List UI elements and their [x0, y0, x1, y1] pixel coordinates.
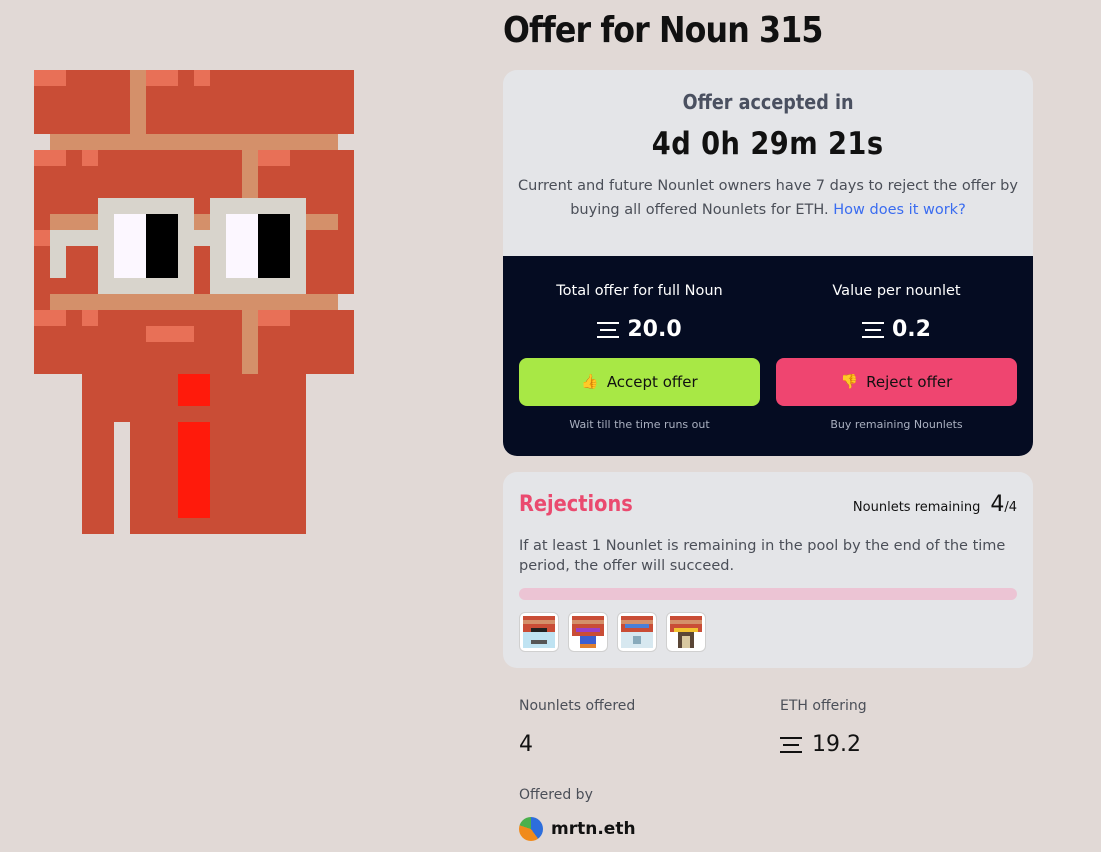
- accept-hint: Wait till the time runs out: [569, 418, 710, 431]
- total-offer-label: Total offer for full Noun: [556, 283, 723, 299]
- offerer[interactable]: mrtn.eth: [519, 817, 636, 841]
- eth-offering-label: ETH offering: [780, 698, 867, 714]
- rejections-title: Rejections: [519, 492, 633, 517]
- nounlets-remaining-total: /4: [1004, 500, 1017, 515]
- nounlets-remaining-label: Nounlets remaining: [852, 500, 981, 515]
- page-title: Offer for Noun 315: [503, 10, 823, 51]
- per-nounlet-value: 0.2: [776, 317, 1017, 342]
- nounlets-offered-value: 4: [519, 732, 533, 757]
- total-offer-amount: 20.0: [627, 317, 682, 342]
- eth-icon: [780, 736, 802, 753]
- nounlet-avatar[interactable]: [568, 612, 608, 652]
- accept-offer-button[interactable]: 👍 Accept offer: [519, 358, 760, 406]
- noun-image: [34, 70, 354, 534]
- nounlets-remaining-count: 4: [990, 492, 1005, 517]
- reject-offer-button[interactable]: 👎 Reject offer: [776, 358, 1017, 406]
- nounlets-offered-label: Nounlets offered: [519, 698, 636, 714]
- offer-panel: Total offer for full Noun 20.0 👍 Accept …: [503, 256, 1033, 456]
- eth-offering-stat: ETH offering 19.2: [780, 698, 867, 757]
- thumbs-down-icon: 👎: [840, 374, 859, 390]
- offerer-name: mrtn.eth: [551, 819, 636, 839]
- rejections-progress-bar: [519, 588, 1017, 600]
- nounlet-avatars: [519, 612, 706, 652]
- offered-by: Offered by mrtn.eth: [519, 787, 636, 841]
- nounlet-avatar[interactable]: [519, 612, 559, 652]
- rejections-card: Rejections Nounlets remaining 4 /4 If at…: [503, 472, 1033, 668]
- countdown-timer: 4d 0h 29m 21s: [652, 126, 884, 162]
- offer-countdown-card: Offer accepted in 4d 0h 29m 21s Current …: [503, 70, 1033, 456]
- eth-offering-amount: 19.2: [812, 732, 861, 757]
- eth-offering-value: 19.2: [780, 732, 867, 757]
- how-it-works-link[interactable]: How does it work?: [833, 202, 966, 218]
- thumbs-up-icon: 👍: [581, 374, 599, 390]
- reject-offer-label: Reject offer: [866, 373, 953, 391]
- nounlet-avatar[interactable]: [666, 612, 706, 652]
- total-offer-column: Total offer for full Noun 20.0 👍 Accept …: [519, 256, 760, 431]
- accept-offer-label: Accept offer: [606, 373, 698, 391]
- nounlets-remaining: Nounlets remaining 4 /4: [853, 492, 1017, 517]
- avatar: [519, 817, 543, 841]
- per-nounlet-column: Value per nounlet 0.2 👎 Reject offer Buy…: [776, 256, 1017, 431]
- eth-icon: [862, 321, 884, 338]
- total-offer-value: 20.0: [519, 317, 760, 342]
- per-nounlet-amount: 0.2: [892, 317, 931, 342]
- reject-hint: Buy remaining Nounlets: [830, 418, 963, 431]
- countdown-label: Offer accepted in: [682, 90, 854, 114]
- rejections-description: If at least 1 Nounlet is remaining in th…: [519, 538, 1006, 574]
- countdown-description: Current and future Nounlet owners have 7…: [513, 174, 1023, 222]
- eth-icon: [597, 321, 620, 338]
- per-nounlet-label: Value per nounlet: [832, 283, 961, 299]
- nounlet-avatar[interactable]: [617, 612, 657, 652]
- offered-by-label: Offered by: [519, 787, 593, 803]
- nounlets-offered-stat: Nounlets offered 4: [519, 698, 635, 757]
